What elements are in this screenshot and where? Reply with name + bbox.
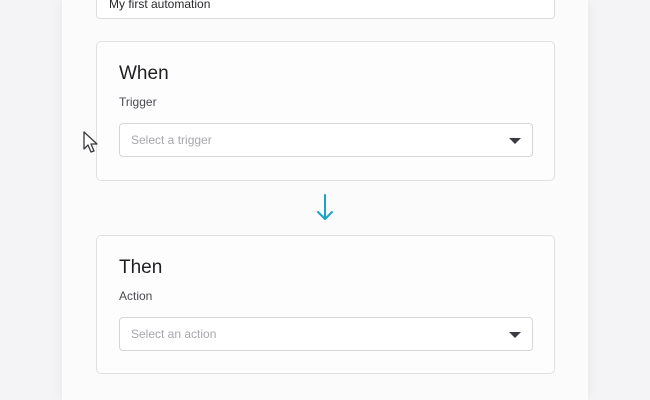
automation-name-value: My first automation: [109, 0, 211, 11]
automation-name-input[interactable]: My first automation: [96, 0, 555, 19]
trigger-select-placeholder: Select a trigger: [131, 133, 212, 147]
arrow-down-icon: [317, 194, 333, 220]
action-select-placeholder: Select an action: [131, 327, 217, 341]
chevron-down-icon: [509, 138, 521, 144]
mouse-cursor-icon: [83, 131, 98, 153]
when-title: When: [119, 63, 169, 84]
trigger-select[interactable]: Select a trigger: [119, 123, 533, 157]
trigger-label: Trigger: [119, 95, 157, 109]
chevron-down-icon: [509, 332, 521, 338]
then-block: Then Action Select an action: [96, 235, 555, 374]
when-block: When Trigger Select a trigger: [96, 41, 555, 181]
then-title: Then: [119, 257, 163, 278]
action-label: Action: [119, 289, 153, 303]
action-select[interactable]: Select an action: [119, 317, 533, 351]
